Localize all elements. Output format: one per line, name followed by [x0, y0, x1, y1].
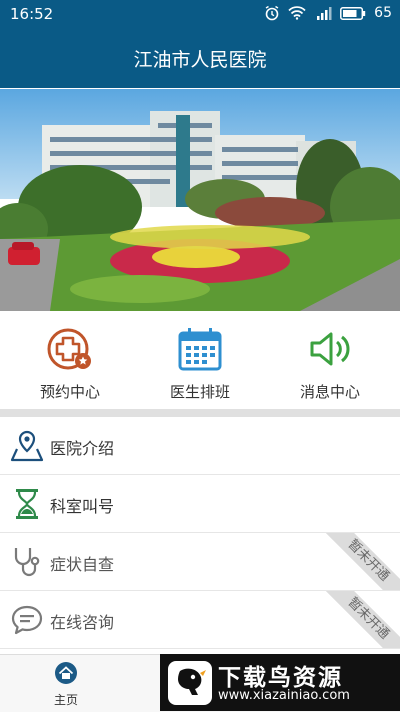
signal-icon: [317, 7, 332, 20]
battery-icon: [340, 6, 366, 20]
alarm-icon: [265, 5, 279, 21]
list-item-label: 医院介绍: [50, 439, 115, 458]
watermark-url: www.xiazainiao.com: [218, 688, 350, 703]
app-header: 江油市人民医院: [0, 28, 400, 88]
section-divider: [0, 409, 400, 417]
watermark-banner: 下载鸟资源 www.xiazainiao.com: [160, 654, 400, 711]
stethoscope-icon: [14, 548, 40, 577]
tab-home-label: 主页: [53, 693, 78, 707]
feature-list: 医院介绍 科室叫号 症状自查 暂未开通 在线咨询 暂未开通: [0, 417, 400, 649]
not-available-ribbon: 暂未开通: [318, 591, 400, 648]
status-icons: 65: [264, 5, 392, 21]
banner-carousel[interactable]: [0, 89, 400, 311]
hospital-photo: [0, 89, 400, 311]
list-item-department-queue[interactable]: 科室叫号: [0, 475, 400, 533]
not-available-ribbon: 暂未开通: [318, 533, 400, 590]
list-item-online-consult[interactable]: 在线咨询 暂未开通: [0, 591, 400, 649]
message-center-button[interactable]: 消息中心: [270, 325, 390, 402]
bird-logo: [168, 661, 212, 705]
status-time: 16:52: [10, 5, 54, 23]
location-map-icon: [10, 430, 44, 462]
list-item-label: 科室叫号: [50, 497, 115, 516]
list-item-label: 在线咨询: [50, 613, 115, 632]
status-bar: 16:52 65: [0, 0, 400, 28]
page-title: 江油市人民医院: [133, 48, 267, 71]
home-icon: [55, 662, 77, 684]
hourglass-icon: [16, 489, 38, 519]
quick-action-label: 医生排班: [169, 383, 230, 401]
battery-level: 65: [374, 5, 392, 21]
quick-action-label: 消息中心: [299, 383, 360, 401]
tab-home[interactable]: 主页: [36, 661, 96, 708]
list-item-label: 症状自查: [50, 555, 115, 574]
doctor-schedule-button[interactable]: 医生排班: [140, 325, 260, 402]
list-item-symptom-check[interactable]: 症状自查 暂未开通: [0, 533, 400, 591]
appointment-center-button[interactable]: 预约中心: [10, 325, 130, 402]
speaker-icon: [310, 332, 350, 366]
quick-action-label: 预约中心: [39, 383, 100, 401]
calendar-icon: [178, 328, 222, 371]
wifi-icon: [288, 6, 306, 20]
watermark-title: 下载鸟资源: [218, 665, 343, 691]
add-appointment-icon: [47, 328, 91, 370]
chat-bubble-icon: [11, 605, 43, 635]
quick-actions: 预约中心 医生排班 消息中心: [0, 311, 400, 409]
list-item-hospital-intro[interactable]: 医院介绍: [0, 417, 400, 475]
